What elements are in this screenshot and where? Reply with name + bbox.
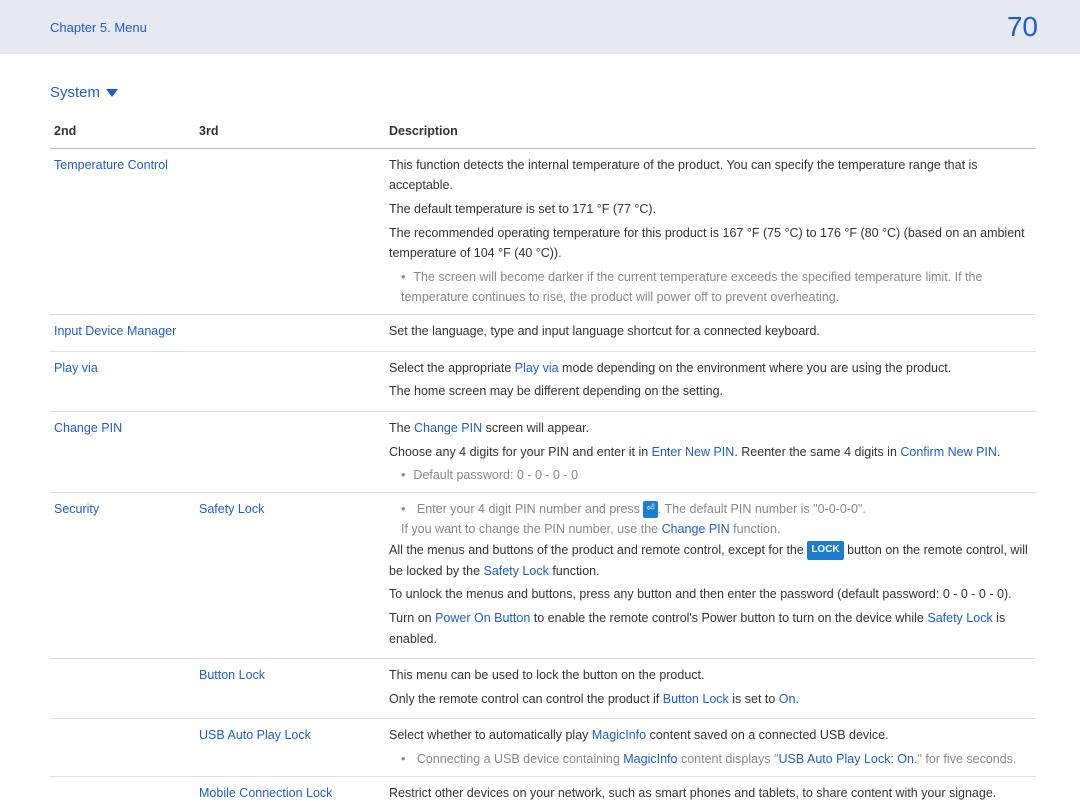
row-safety-lock: Security Safety Lock Enter your 4 digit …	[50, 492, 1036, 658]
security-label: Security	[54, 502, 99, 516]
row-input-device-manager: Input Device Manager Set the language, t…	[50, 315, 1036, 352]
temp-desc-3: The recommended operating temperature fo…	[389, 223, 1032, 264]
temp-desc-1: This function detects the internal tempe…	[389, 155, 1032, 196]
lock-badge: LOCK	[807, 541, 843, 560]
usb-auto-play-lock-label: USB Auto Play Lock	[199, 728, 311, 742]
breadcrumb: Chapter 5. Menu	[50, 20, 147, 35]
table-head-row: 2nd 3rd Description	[50, 115, 1036, 148]
row-usb-auto-play-lock: USB Auto Play Lock Select whether to aut…	[50, 719, 1036, 776]
row-temperature-control: Temperature Control This function detect…	[50, 148, 1036, 314]
section-title: System	[50, 84, 1036, 101]
safety-desc-2: To unlock the menus and buttons, press a…	[389, 584, 1032, 605]
pin-bullet-1: Default password: 0 - 0 - 0 - 0	[401, 465, 1032, 486]
usb-bullet-1: Connecting a USB device containing Magic…	[401, 749, 1032, 770]
row-play-via: Play via Select the appropriate Play via…	[50, 351, 1036, 411]
play-desc-1: Select the appropriate Play via mode dep…	[389, 358, 1032, 379]
pin-desc-2: Choose any 4 digits for your PIN and ent…	[389, 442, 1032, 463]
row-change-pin: Change PIN The Change PIN screen will ap…	[50, 411, 1036, 492]
page-header: Chapter 5. Menu 70	[0, 0, 1080, 54]
usb-desc-1: Select whether to automatically play Mag…	[389, 725, 1032, 746]
play-desc-2: The home screen may be different dependi…	[389, 381, 1032, 402]
section-title-text: System	[50, 84, 100, 101]
button-lock-label: Button Lock	[199, 668, 265, 682]
safety-bullet-1: Enter your 4 digit PIN number and press …	[401, 499, 1032, 540]
col-3rd: 3rd	[195, 115, 385, 148]
row-mobile-connection-lock: Mobile Connection Lock Restrict other de…	[50, 776, 1036, 812]
content-area: System 2nd 3rd Description Temperature C…	[0, 54, 1080, 812]
input-desc: Set the language, type and input languag…	[389, 321, 1032, 342]
col-2nd: 2nd	[50, 115, 195, 148]
col-description: Description	[385, 115, 1036, 148]
enter-icon: ⏎	[643, 501, 657, 518]
mobile-desc-1: Restrict other devices on your network, …	[389, 783, 1032, 804]
row-button-lock: Button Lock This menu can be used to loc…	[50, 659, 1036, 719]
safety-desc-1: All the menus and buttons of the product…	[389, 540, 1032, 581]
mobile-connection-lock-label: Mobile Connection Lock	[199, 786, 332, 800]
temperature-control-label: Temperature Control	[54, 158, 168, 172]
temp-desc-2: The default temperature is set to 171 °F…	[389, 199, 1032, 220]
temp-bullet-1: The screen will become darker if the cur…	[401, 267, 1032, 308]
input-device-manager-label: Input Device Manager	[54, 324, 176, 338]
pin-desc-1: The Change PIN screen will appear.	[389, 418, 1032, 439]
page-number: 70	[1007, 11, 1038, 43]
menu-table: 2nd 3rd Description Temperature Control …	[50, 115, 1036, 812]
change-pin-label: Change PIN	[54, 421, 122, 435]
safety-desc-3: Turn on Power On Button to enable the re…	[389, 608, 1032, 649]
play-via-label: Play via	[54, 361, 98, 375]
arrow-down-icon	[106, 89, 118, 97]
button-desc-1: This menu can be used to lock the button…	[389, 665, 1032, 686]
button-desc-2: Only the remote control can control the …	[389, 689, 1032, 710]
safety-lock-label: Safety Lock	[199, 502, 264, 516]
